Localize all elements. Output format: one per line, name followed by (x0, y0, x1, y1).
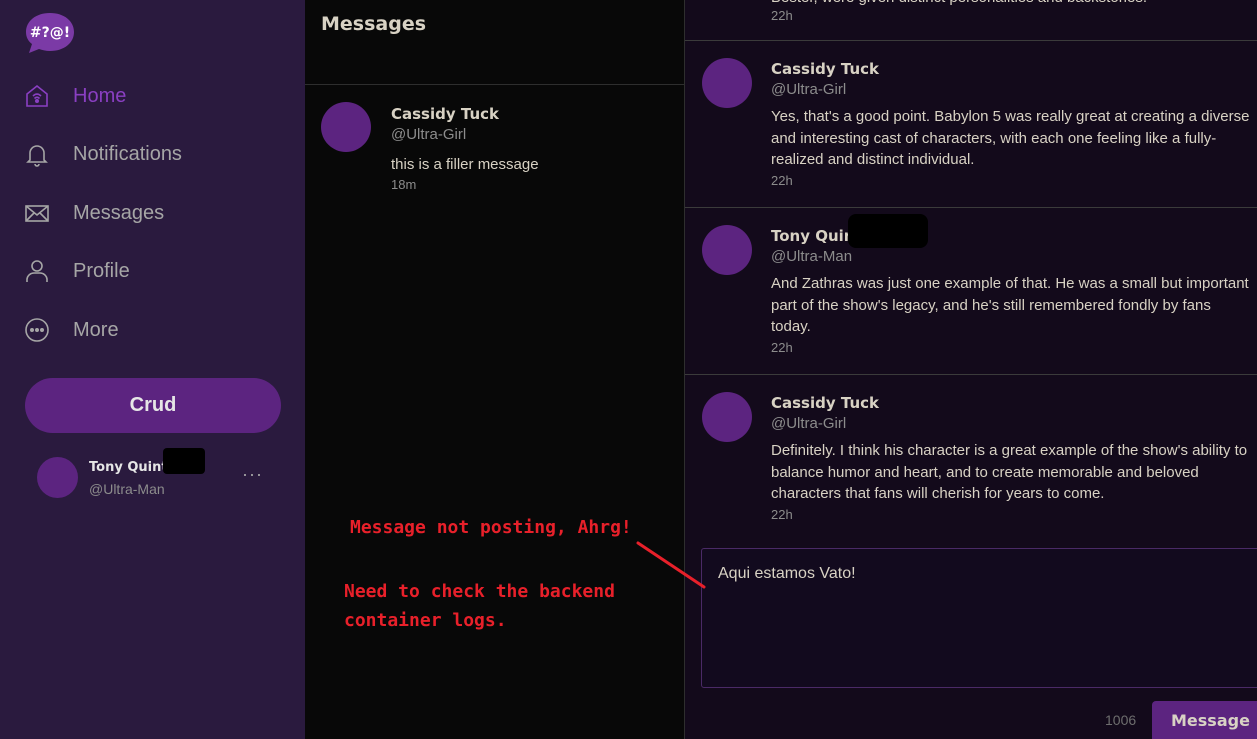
conversation-name: Cassidy Tuck (391, 105, 499, 123)
annotation-text: Need to check the backend (344, 581, 615, 602)
nav-messages-label: Messages (73, 201, 165, 224)
message-text: And Zathras was just one example of that… (771, 275, 1249, 335)
message-composer[interactable]: Aqui estamos Vato! (701, 548, 1257, 688)
conversation-time: 18m (391, 177, 417, 192)
nav-notifications-label: Notifications (73, 142, 182, 165)
annotation-arrow (636, 541, 706, 589)
avatar (321, 102, 371, 152)
conversation-preview: this is a filler message (391, 156, 539, 173)
nav-profile-label: Profile (73, 259, 130, 282)
thread-message: Cassidy Tuck @Ultra-Girl Definitely. I t… (685, 374, 1257, 544)
account-handle: @Ultra-Man (89, 481, 165, 497)
message-handle: @Ultra-Man (771, 248, 853, 265)
nav-more-label: More (73, 318, 119, 341)
message-text: Definitely. I think his character is a g… (771, 442, 1248, 502)
message-handle: @Ultra-Girl (771, 415, 847, 432)
envelope-icon (24, 200, 50, 226)
avatar (702, 225, 752, 275)
annotation-text: Message not posting, Ahrg! (350, 517, 632, 538)
annotation-text: container logs. (344, 610, 507, 631)
crud-button[interactable]: Crud (25, 378, 281, 433)
redaction-box (163, 448, 205, 474)
message-text: Yes, that's a good point. Babylon 5 was … (771, 108, 1250, 168)
avatar (702, 392, 752, 442)
page-title: Messages (321, 13, 427, 35)
account-card[interactable]: Tony Quint @Ultra-Man ··· (37, 448, 277, 508)
avatar (37, 457, 78, 498)
message-time: 22h (771, 172, 793, 188)
sidebar: #?@! Home Notifications Messages Profile… (0, 0, 305, 739)
messages-header: Messages (305, 0, 685, 85)
message-time: 22h (771, 339, 793, 355)
user-icon (24, 258, 50, 284)
message-author: Cassidy Tuck (771, 394, 879, 412)
nav-more[interactable]: More (24, 310, 119, 350)
redaction-box (848, 214, 928, 248)
message-author: Cassidy Tuck (771, 60, 879, 78)
nav-home-label: Home (73, 84, 127, 107)
account-more-button[interactable]: ··· (242, 464, 263, 485)
nav-home[interactable]: Home (24, 76, 126, 116)
message-text-partial: Bester, were given distinct personalitie… (771, 0, 1251, 9)
avatar (702, 58, 752, 108)
thread-message: Cassidy Tuck @Ultra-Girl Yes, that's a g… (685, 40, 1257, 207)
message-time: 22h (771, 506, 793, 522)
message-handle: @Ultra-Girl (771, 81, 847, 98)
thread-message: Tony Quin @Ultra-Man And Zathras was jus… (685, 207, 1257, 374)
conversation-item[interactable]: Cassidy Tuck @Ultra-Girl this is a fille… (305, 86, 684, 196)
nav-profile[interactable]: Profile (24, 251, 130, 291)
conversation-handle: @Ultra-Girl (391, 126, 467, 143)
nav-messages[interactable]: Messages (24, 193, 164, 233)
message-time: 22h (771, 8, 793, 23)
message-author: Tony Quin (771, 227, 855, 245)
send-message-button[interactable]: Message (1152, 701, 1257, 739)
more-circle-icon (24, 317, 50, 343)
character-count: 1006 (1105, 712, 1137, 728)
account-name: Tony Quint (89, 460, 168, 475)
app-logo[interactable]: #?@! (25, 12, 75, 54)
bell-icon (24, 141, 50, 167)
svg-text:#?@!: #?@! (30, 25, 70, 41)
nav-notifications[interactable]: Notifications (24, 134, 182, 174)
home-icon (24, 83, 50, 109)
message-thread: Bester, were given distinct personalitie… (685, 0, 1257, 739)
